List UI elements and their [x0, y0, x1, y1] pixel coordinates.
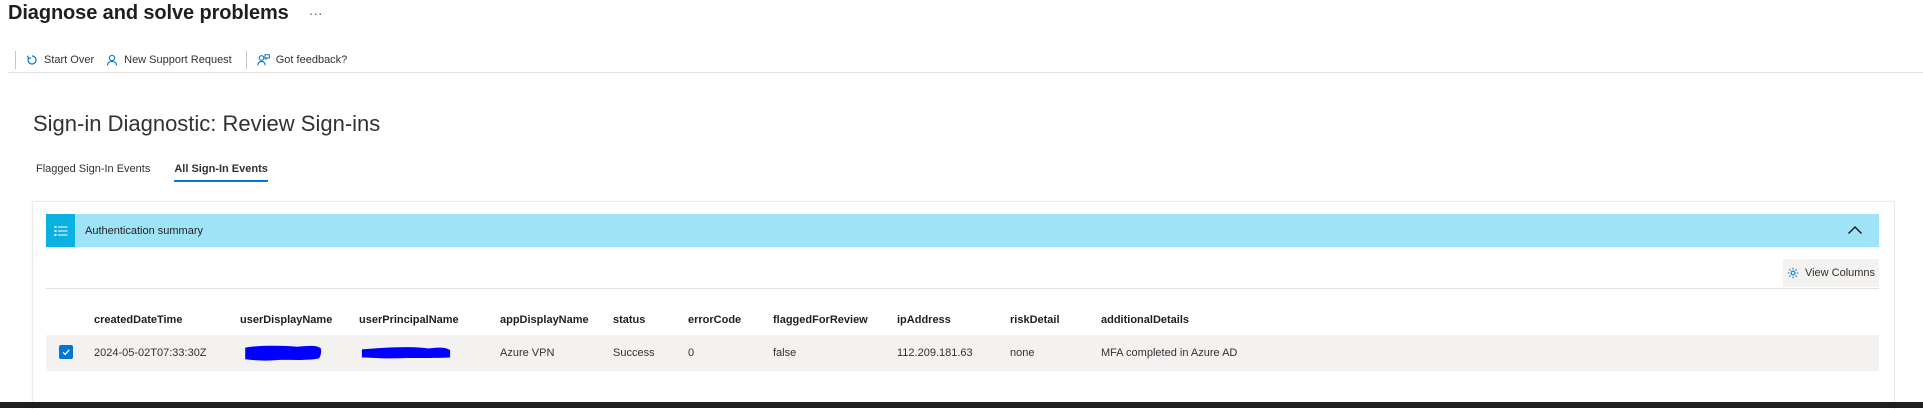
- column-header[interactable]: createdDateTime: [94, 312, 182, 328]
- cell-ip-address: 112.209.181.63: [897, 347, 973, 359]
- page-header: Diagnose and solve problems ···: [8, 0, 323, 26]
- column-header[interactable]: userPrincipalName: [359, 312, 459, 328]
- more-options-button[interactable]: ···: [309, 6, 323, 20]
- column-header[interactable]: userDisplayName: [240, 312, 332, 328]
- section-title: Sign-in Diagnostic: Review Sign-ins: [33, 111, 381, 136]
- page-title: Diagnose and solve problems: [8, 1, 289, 24]
- redacted-user-principal-name: [361, 347, 451, 359]
- column-header[interactable]: flaggedForReview: [773, 312, 868, 328]
- table-row[interactable]: 2024-05-02T07:33:30Z Azure VPN Success 0…: [46, 335, 1879, 371]
- feedback-icon: [257, 54, 270, 66]
- command-bar: Start Over New Support Request Got feedb…: [8, 48, 1923, 73]
- tab-list: Flagged Sign-In Events All Sign-In Event…: [36, 163, 292, 182]
- chevron-up-icon[interactable]: [1847, 223, 1863, 237]
- column-header[interactable]: additionalDetails: [1101, 312, 1189, 328]
- cell-error-code: 0: [688, 347, 695, 359]
- command-separator: [15, 51, 16, 69]
- new-support-request-label: New Support Request: [124, 54, 232, 66]
- redacted-user-display-name: [245, 345, 322, 361]
- cell-created-date-time: 2024-05-02T07:33:30Z: [94, 347, 207, 359]
- column-header[interactable]: status: [613, 312, 645, 328]
- bottom-edge: [0, 402, 1923, 408]
- table-header: createdDateTime userDisplayName userPrin…: [46, 312, 1879, 328]
- cell-app-display-name: Azure VPN: [500, 347, 555, 359]
- column-header[interactable]: errorCode: [688, 312, 741, 328]
- new-support-request-button[interactable]: New Support Request: [106, 54, 232, 66]
- feedback-button[interactable]: Got feedback?: [257, 54, 348, 66]
- tab-all-sign-in-events[interactable]: All Sign-In Events: [174, 163, 268, 182]
- cell-status: Success: [613, 347, 655, 359]
- tab-flagged-sign-in-events[interactable]: Flagged Sign-In Events: [36, 163, 150, 182]
- column-header[interactable]: ipAddress: [897, 312, 951, 328]
- restart-icon: [27, 55, 37, 65]
- cell-additional-details: MFA completed in Azure AD: [1101, 347, 1238, 359]
- column-header[interactable]: riskDetail: [1010, 312, 1060, 328]
- cell-flagged-for-review: false: [773, 347, 797, 359]
- view-columns-label: View Columns: [1804, 267, 1876, 279]
- person-icon: [107, 54, 118, 66]
- list-icon: [46, 214, 75, 247]
- command-separator: [245, 51, 247, 69]
- column-header[interactable]: appDisplayName: [500, 312, 589, 328]
- row-checkbox[interactable]: [59, 345, 73, 359]
- feedback-label: Got feedback?: [275, 54, 348, 66]
- toolbar-divider: [46, 288, 1879, 289]
- view-columns-button[interactable]: View Columns: [1783, 259, 1879, 287]
- start-over-button[interactable]: Start Over: [26, 54, 94, 66]
- authentication-summary-accordion[interactable]: Authentication summary: [46, 214, 1879, 247]
- accordion-label: Authentication summary: [85, 224, 203, 237]
- start-over-label: Start Over: [44, 54, 95, 66]
- checkmark-icon: [59, 345, 73, 359]
- cell-risk-detail: none: [1010, 347, 1035, 359]
- gear-icon: [1787, 267, 1799, 279]
